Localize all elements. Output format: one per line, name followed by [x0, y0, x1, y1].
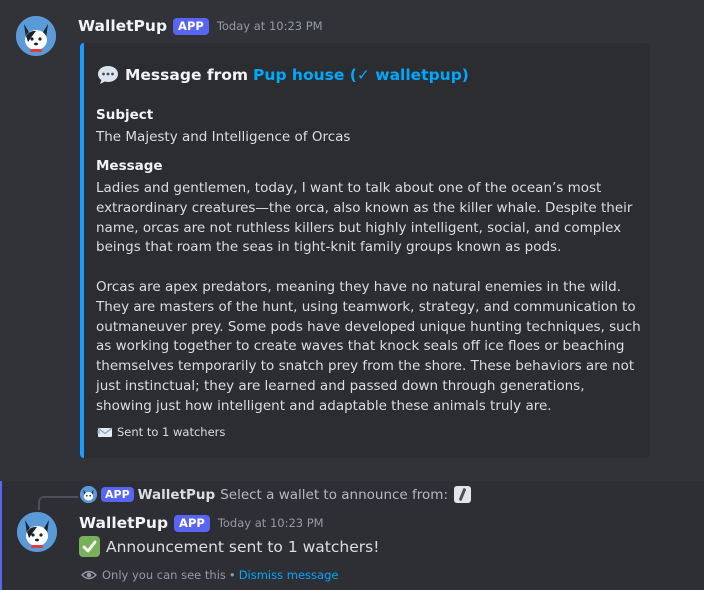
puppy-avatar-icon — [17, 512, 57, 552]
reply-reference[interactable]: APP WalletPup Select a wallet to announc… — [80, 486, 471, 503]
app-badge: APP — [173, 17, 209, 35]
timestamp[interactable]: Today at 10:23 PM — [217, 19, 323, 33]
message-label: Message — [96, 158, 163, 174]
reply-avatar — [80, 486, 97, 503]
message-content: Announcement sent to 1 watchers! — [79, 536, 379, 557]
slash-command-icon — [454, 486, 471, 503]
walletpup-avatar[interactable] — [17, 512, 57, 552]
incoming-envelope-icon — [97, 426, 113, 438]
reply-text: Select a wallet to announce from: — [220, 486, 448, 503]
message-walletpup-embed: WalletPup APP Today at 10:23 PM Message … — [0, 0, 704, 480]
eye-icon — [81, 569, 97, 581]
embed-footer-text: Sent to 1 watchers — [117, 425, 226, 439]
dismiss-message-link[interactable]: Dismiss message — [239, 568, 339, 582]
announcement-text: Announcement sent to 1 watchers! — [106, 537, 380, 556]
message-announcement-result: APP WalletPup Select a wallet to announc… — [0, 481, 704, 590]
reply-username[interactable]: WalletPup — [138, 487, 216, 503]
reply-app-badge: APP — [101, 487, 134, 502]
message-header: WalletPup APP Today at 10:23 PM — [79, 514, 324, 532]
puppy-avatar-icon — [80, 486, 97, 503]
embed-title: Message from Pup house (✓ walletpup) — [97, 65, 469, 85]
username[interactable]: WalletPup — [78, 17, 167, 35]
subject-label: Subject — [96, 107, 154, 123]
puppy-avatar-icon — [16, 16, 56, 56]
message-body: Ladies and gentlemen, today, I want to t… — [96, 179, 641, 417]
speech-balloon-icon — [97, 65, 119, 85]
embed-title-link[interactable]: Pup house (✓ walletpup) — [253, 66, 469, 84]
message-paragraph: Orcas are apex predators, meaning they h… — [96, 278, 641, 414]
timestamp[interactable]: Today at 10:23 PM — [218, 516, 324, 530]
walletpup-avatar[interactable] — [16, 16, 56, 56]
check-mark-icon — [79, 536, 100, 557]
embed-title-prefix: Message from — [125, 66, 249, 84]
separator-dot: • — [228, 568, 236, 582]
subject-value: The Majesty and Intelligence of Orcas — [96, 129, 351, 145]
ephemeral-text: Only you can see this — [102, 568, 226, 582]
embed-footer: Sent to 1 watchers — [97, 425, 225, 439]
app-badge: APP — [174, 514, 210, 532]
reply-connector — [38, 496, 78, 510]
message-embed: Message from Pup house (✓ walletpup) Sub… — [80, 43, 650, 458]
ephemeral-notice: Only you can see this • Dismiss message — [81, 568, 338, 582]
username[interactable]: WalletPup — [79, 514, 168, 532]
message-header: WalletPup APP Today at 10:23 PM — [78, 17, 323, 35]
message-paragraph: Ladies and gentlemen, today, I want to t… — [96, 180, 633, 256]
